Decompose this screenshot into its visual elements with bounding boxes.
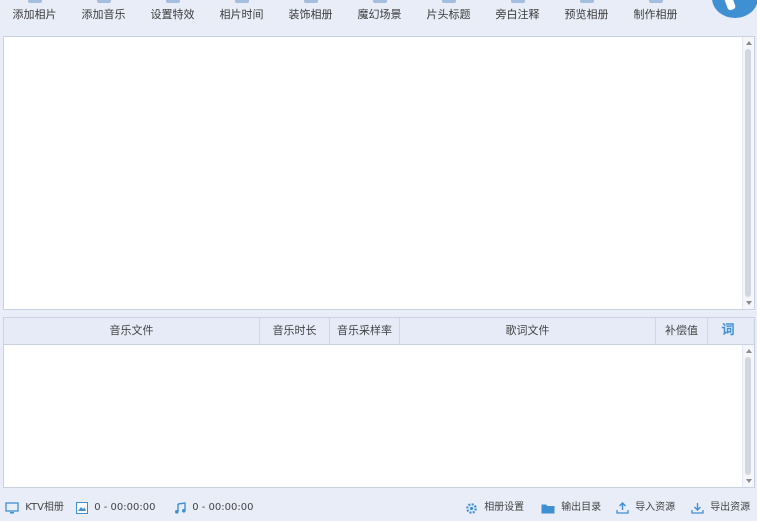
scrollbar-thumb[interactable] — [745, 357, 751, 475]
music-duration-info: 0 - 00:00:00 — [174, 501, 253, 515]
scroll-down-arrow-icon[interactable] — [746, 301, 752, 305]
import-resources-label: 导入资源 — [635, 502, 676, 513]
export-resources-button[interactable]: 导出资源 — [691, 501, 750, 515]
column-lyrics-file[interactable]: 歌词文件 — [400, 318, 656, 344]
scrollbar-thumb[interactable] — [745, 49, 751, 297]
preview-album-label: 预览相册 — [564, 8, 609, 21]
make-album-label: 制作相册 — [633, 8, 678, 21]
music-list-body[interactable] — [4, 345, 754, 487]
output-directory-label: 输出目录 — [561, 502, 602, 513]
output-directory-button[interactable]: 输出目录 — [541, 501, 601, 515]
import-resources-button[interactable]: 导入资源 — [616, 501, 675, 515]
magic-scene-label: 魔幻场景 — [357, 8, 402, 21]
add-photos-label: 添加相片 — [12, 8, 57, 21]
music-duration-value: 0 - 00:00:00 — [192, 502, 254, 513]
album-type-selector[interactable]: KTV相册 — [5, 501, 64, 515]
column-music-file[interactable]: 音乐文件 — [4, 318, 260, 344]
magic-scene-icon — [372, 0, 387, 3]
add-music-icon — [96, 0, 111, 3]
image-icon — [76, 502, 88, 514]
album-settings-label: 相册设置 — [484, 502, 525, 513]
add-music-button[interactable]: 添加音乐 — [69, 0, 138, 28]
opening-title-button[interactable]: 片头标题 — [414, 0, 483, 28]
add-music-label: 添加音乐 — [81, 8, 126, 21]
monitor-icon — [5, 502, 19, 514]
photo-time-label: 相片时间 — [219, 8, 264, 21]
decorate-album-label: 装饰相册 — [288, 8, 333, 21]
column-sample-rate[interactable]: 音乐采样率 — [330, 318, 400, 344]
column-compensation[interactable]: 补偿值 — [656, 318, 708, 344]
album-type-label: KTV相册 — [25, 502, 64, 513]
decorate-album-button[interactable]: 装饰相册 — [276, 0, 345, 28]
add-photos-button[interactable]: 添加相片 — [0, 0, 69, 28]
magic-scene-button[interactable]: 魔幻场景 — [345, 0, 414, 28]
gear-icon — [466, 502, 477, 514]
export-resources-label: 导出资源 — [710, 502, 751, 513]
opening-title-label: 片头标题 — [426, 8, 471, 21]
lyrics-icon[interactable]: 词 — [708, 318, 748, 344]
main-toolbar: 添加相片 添加音乐 设置特效 相片时间 装饰相册 魔幻场景 片头标题 旁白注释 … — [0, 0, 757, 30]
make-album-icon — [648, 0, 663, 3]
preview-album-icon — [579, 0, 594, 3]
photo-duration-info: 0 - 00:00:00 — [76, 501, 155, 515]
logo-mark — [723, 0, 737, 11]
photo-time-icon — [234, 0, 249, 3]
set-effects-label: 设置特效 — [150, 8, 195, 21]
music-list-scrollbar[interactable] — [742, 345, 754, 487]
scroll-up-arrow-icon[interactable] — [746, 349, 752, 353]
music-table-header: 音乐文件 音乐时长 音乐采样率 歌词文件 补偿值 词 — [4, 318, 754, 345]
narration-button[interactable]: 旁白注释 — [483, 0, 552, 28]
narration-icon — [510, 0, 525, 3]
music-list-panel: 音乐文件 音乐时长 音乐采样率 歌词文件 补偿值 词 — [3, 317, 755, 488]
download-icon — [691, 503, 704, 514]
status-bar: KTV相册 0 - 00:00:00 0 - 00:00:00 相册设置 输出目… — [0, 494, 757, 521]
decorate-album-icon — [303, 0, 318, 3]
upload-icon — [616, 502, 629, 514]
folder-icon — [541, 504, 555, 513]
add-photos-icon — [27, 0, 42, 3]
set-effects-icon — [165, 0, 180, 3]
opening-title-icon — [441, 0, 456, 3]
set-effects-button[interactable]: 设置特效 — [138, 0, 207, 28]
narration-label: 旁白注释 — [495, 8, 540, 21]
app-logo-icon[interactable] — [712, 0, 757, 18]
photo-duration-value: 0 - 00:00:00 — [94, 502, 156, 513]
music-note-icon — [175, 502, 186, 514]
photo-list-panel[interactable] — [3, 36, 755, 310]
column-music-duration[interactable]: 音乐时长 — [260, 318, 330, 344]
make-album-button[interactable]: 制作相册 — [621, 0, 690, 28]
album-settings-button[interactable]: 相册设置 — [465, 501, 524, 515]
preview-album-button[interactable]: 预览相册 — [552, 0, 621, 28]
photo-list-scrollbar[interactable] — [742, 37, 754, 309]
scroll-down-arrow-icon[interactable] — [746, 479, 752, 483]
photo-time-button[interactable]: 相片时间 — [207, 0, 276, 28]
scroll-up-arrow-icon[interactable] — [746, 41, 752, 45]
